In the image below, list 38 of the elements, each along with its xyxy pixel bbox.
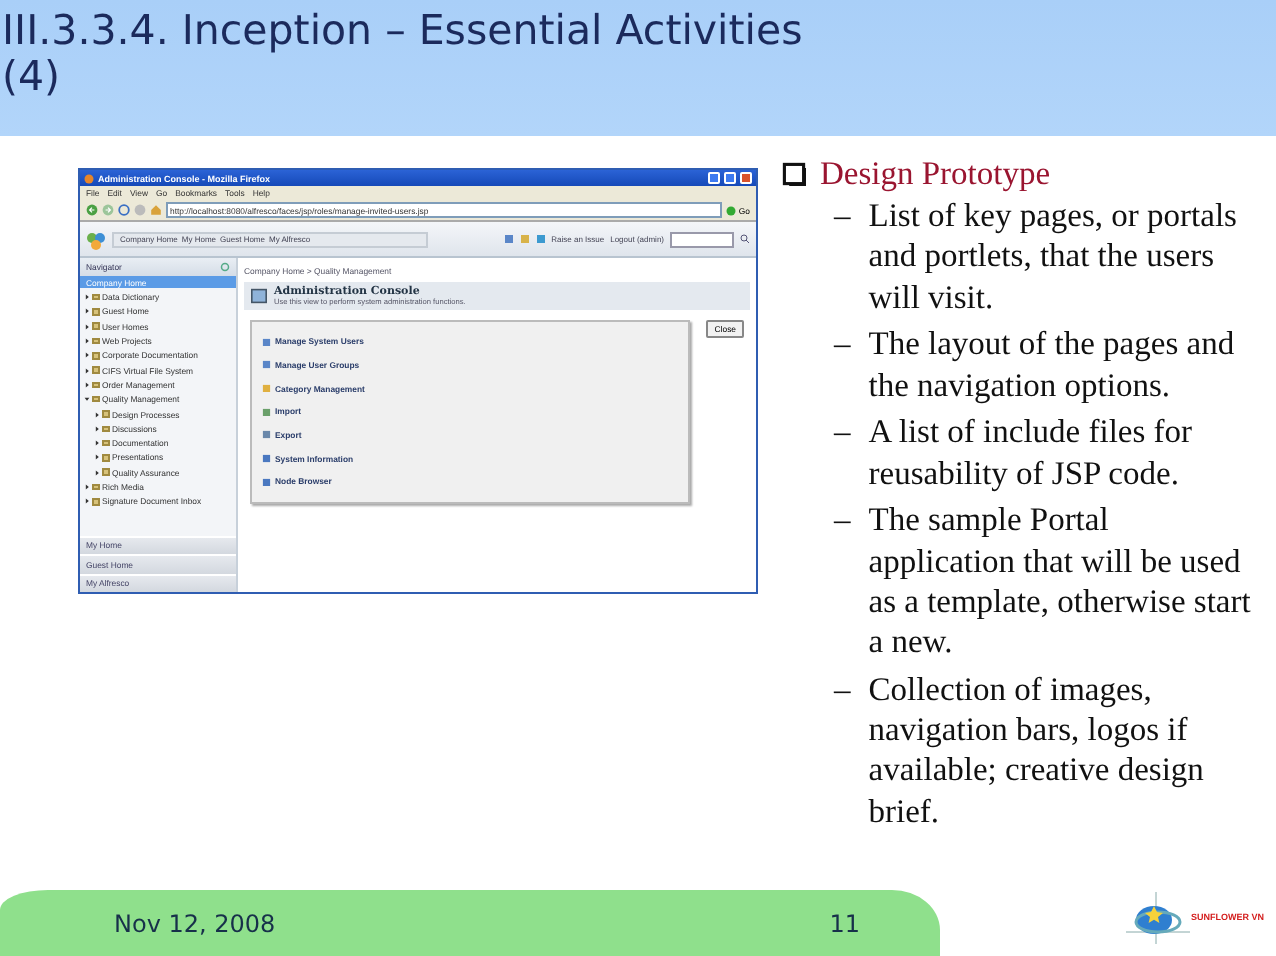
footer-date: Nov 12, 2008	[114, 909, 276, 937]
app-icon	[84, 173, 94, 183]
bullet-text: A list of include files for reusability of JSP code.	[868, 412, 1195, 494]
action-icon	[262, 454, 271, 464]
bullet-text: List of key pages, or portals and portlets, that the users will visit.	[868, 196, 1239, 318]
dash-marker: –	[834, 196, 851, 238]
square-bullet-icon	[782, 162, 806, 186]
action-icon	[262, 477, 271, 487]
close-button[interactable]	[740, 172, 752, 184]
minimize-button[interactable]	[708, 172, 720, 184]
reload-icon[interactable]	[118, 204, 130, 216]
maximize-button[interactable]	[724, 172, 736, 184]
stop-icon[interactable]	[134, 204, 146, 216]
home-icon[interactable]	[150, 204, 162, 216]
go-icon	[726, 205, 737, 215]
bullet-heading: Design Prototype	[820, 154, 1051, 194]
back-icon[interactable]	[86, 204, 98, 216]
dash-marker: –	[834, 500, 851, 543]
page-number: 11	[829, 909, 860, 937]
dash-marker: –	[834, 412, 851, 455]
search-field[interactable]	[670, 231, 734, 247]
globe-logo-icon	[1121, 888, 1189, 944]
slide-title: III.3.3.4. Inception – Essential Activities (4)	[2, 8, 805, 100]
action-icon	[262, 337, 271, 347]
action-icon	[262, 383, 271, 393]
search-icon[interactable]	[740, 234, 750, 244]
logo-icon	[86, 229, 106, 249]
bullet-text: The sample Portal application that will be used as a template, otherwise start a new.	[868, 500, 1253, 663]
action-icon	[262, 407, 271, 417]
dash-marker: –	[834, 324, 851, 367]
forward-icon[interactable]	[102, 204, 114, 216]
console-icon	[250, 288, 268, 304]
action-icon	[262, 360, 271, 370]
refresh-icon[interactable]	[220, 262, 230, 272]
bullet-text: The layout of the pages and the navigation options.	[868, 324, 1237, 406]
bullet-text: Collection of images, navigation bars, logos if available; creative design brief.	[868, 669, 1206, 833]
action-icon	[262, 430, 271, 440]
dash-marker: –	[834, 669, 851, 712]
